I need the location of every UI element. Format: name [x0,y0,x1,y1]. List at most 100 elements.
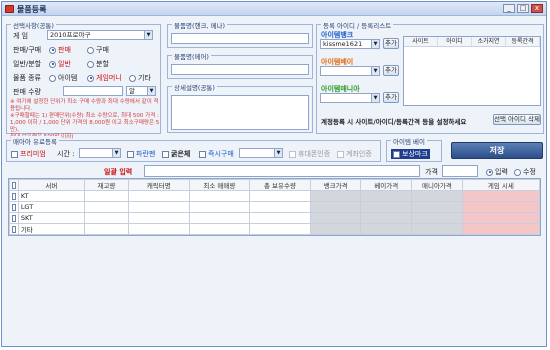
server-name: KT [17,190,85,202]
mania-price-cell[interactable] [411,201,463,213]
batch-input[interactable] [144,165,420,177]
delete-id-button[interactable]: 선택 아이디 삭제 [493,114,541,125]
item-title-input[interactable] [171,33,309,44]
itembay-add-button[interactable]: 추가 [383,65,399,76]
total-qty-cell[interactable] [249,212,311,224]
column-header[interactable]: 캐릭터명 [127,179,190,191]
mode-input-radio[interactable]: 입력 [486,167,508,177]
mania-price-cell[interactable] [411,223,463,235]
row-checkbox[interactable] [9,190,19,202]
checkbox-icon [393,150,400,158]
character-cell[interactable] [127,223,190,235]
min-trade-cell[interactable] [188,190,251,202]
character-cell[interactable] [127,190,190,202]
title-panel-title: 물품명(핸크, 메나) [172,20,228,30]
mode-split-radio[interactable]: 분할 [87,59,109,69]
maximize-button[interactable]: □ [517,4,529,13]
qty-input[interactable] [63,86,123,96]
column-header[interactable]: 매니아가격 [411,179,463,191]
save-button[interactable]: 저장 [451,142,543,159]
select-all-header[interactable] [9,179,19,191]
table-row[interactable]: KT [9,190,541,202]
column-header[interactable]: 게임 시세 [461,179,541,191]
column-header[interactable]: 서버 [17,179,85,191]
table-row[interactable]: 기타 [9,223,541,235]
character-cell[interactable] [127,201,190,213]
minimize-button[interactable]: _ [503,4,515,13]
app-icon [5,5,14,13]
description-panel-title: 상세설명(공통) [172,82,217,92]
row-checkbox[interactable] [9,212,19,224]
price-panel: 물품명(메어) [167,51,313,79]
mode-edit-radio[interactable]: 수정 [514,167,536,177]
mania-price-cell[interactable] [411,190,463,202]
price-input[interactable] [442,165,478,177]
stock-cell[interactable] [83,223,129,235]
column-header[interactable]: 아이디 [438,37,472,46]
blue-pen-checkbox[interactable]: 파란펜 [127,149,155,159]
stock-cell[interactable] [83,212,129,224]
total-qty-cell[interactable] [249,190,311,202]
bank-price-cell[interactable] [309,190,362,202]
stock-cell[interactable] [83,201,129,213]
description-textarea[interactable] [171,95,309,130]
type-money-radio[interactable]: 게임머니 [87,73,122,83]
stock-cell[interactable] [83,190,129,202]
price-label: 가격 [425,168,438,176]
row-checkbox[interactable] [9,201,19,213]
column-header[interactable]: 베이가격 [360,179,413,191]
account-auth-checkbox[interactable]: 계좌인증 [337,149,372,159]
type-label: 물품 종류 [13,74,41,82]
game-select[interactable]: 2010프로야구 ▼ [47,30,153,40]
itemmania-id-select[interactable]: ▼ [320,93,380,103]
min-trade-cell[interactable] [188,223,251,235]
market-price-cell [461,190,541,202]
table-row[interactable]: SKT [9,212,541,224]
item-price-input[interactable] [171,64,309,75]
itembank-add-button[interactable]: 추가 [383,38,399,49]
column-header[interactable]: 소가지연 [472,37,506,46]
instant-buy-checkbox[interactable]: 즉시구매 [199,149,234,159]
trade-buy-radio[interactable]: 구매 [87,45,109,55]
itembay-id-select[interactable]: ▼ [320,66,380,76]
trade-sell-radio[interactable]: 판매 [49,45,71,55]
close-button[interactable]: x [531,4,543,13]
column-header[interactable]: 최소 매매량 [188,179,251,191]
radio-checked-icon [49,46,56,54]
min-trade-cell[interactable] [188,201,251,213]
radio-icon [87,46,94,54]
total-qty-cell[interactable] [249,223,311,235]
mania-price-cell[interactable] [411,212,463,224]
column-header[interactable]: 뱅크가격 [309,179,362,191]
bay-price-cell[interactable] [360,212,413,224]
unit-select[interactable]: 알 ▼ [126,86,156,96]
itembank-id-select[interactable]: kissme1621 ▼ [320,39,380,49]
bay-price-cell[interactable] [360,223,413,235]
bank-price-cell[interactable] [309,201,362,213]
itemmania-add-button[interactable]: 추가 [383,92,399,103]
total-qty-cell[interactable] [249,201,311,213]
bank-price-cell[interactable] [309,223,362,235]
premium-checkbox[interactable]: 프리미엄 [11,149,46,159]
row-checkbox[interactable] [9,223,19,235]
type-etc-radio[interactable]: 기타 [129,73,151,83]
bold-checkbox[interactable]: 굵은체 [162,149,190,159]
instant-buy-select[interactable]: ▼ [239,148,283,158]
column-header[interactable]: 재고량 [83,179,129,191]
type-item-radio[interactable]: 아이템 [49,73,77,83]
bank-price-cell[interactable] [309,212,362,224]
column-header[interactable]: 사이트 [404,37,438,46]
phone-auth-checkbox[interactable]: 휴대폰인증 [289,149,330,159]
min-trade-cell[interactable] [188,212,251,224]
reward-mark-checkbox[interactable]: 보상마크 [391,149,430,159]
bay-price-cell[interactable] [360,190,413,202]
table-row[interactable]: LGT [9,201,541,213]
time-select[interactable]: ▼ [79,148,121,158]
bay-price-cell[interactable] [360,201,413,213]
account-list[interactable]: 사이트 아이디 소가지연 등록간격 [403,36,541,106]
character-cell[interactable] [127,212,190,224]
column-header[interactable]: 등록간격 [506,37,540,46]
column-header[interactable]: 총 보유수량 [249,179,311,191]
mode-normal-radio[interactable]: 일반 [49,59,71,69]
game-label: 게 임 [13,32,29,40]
